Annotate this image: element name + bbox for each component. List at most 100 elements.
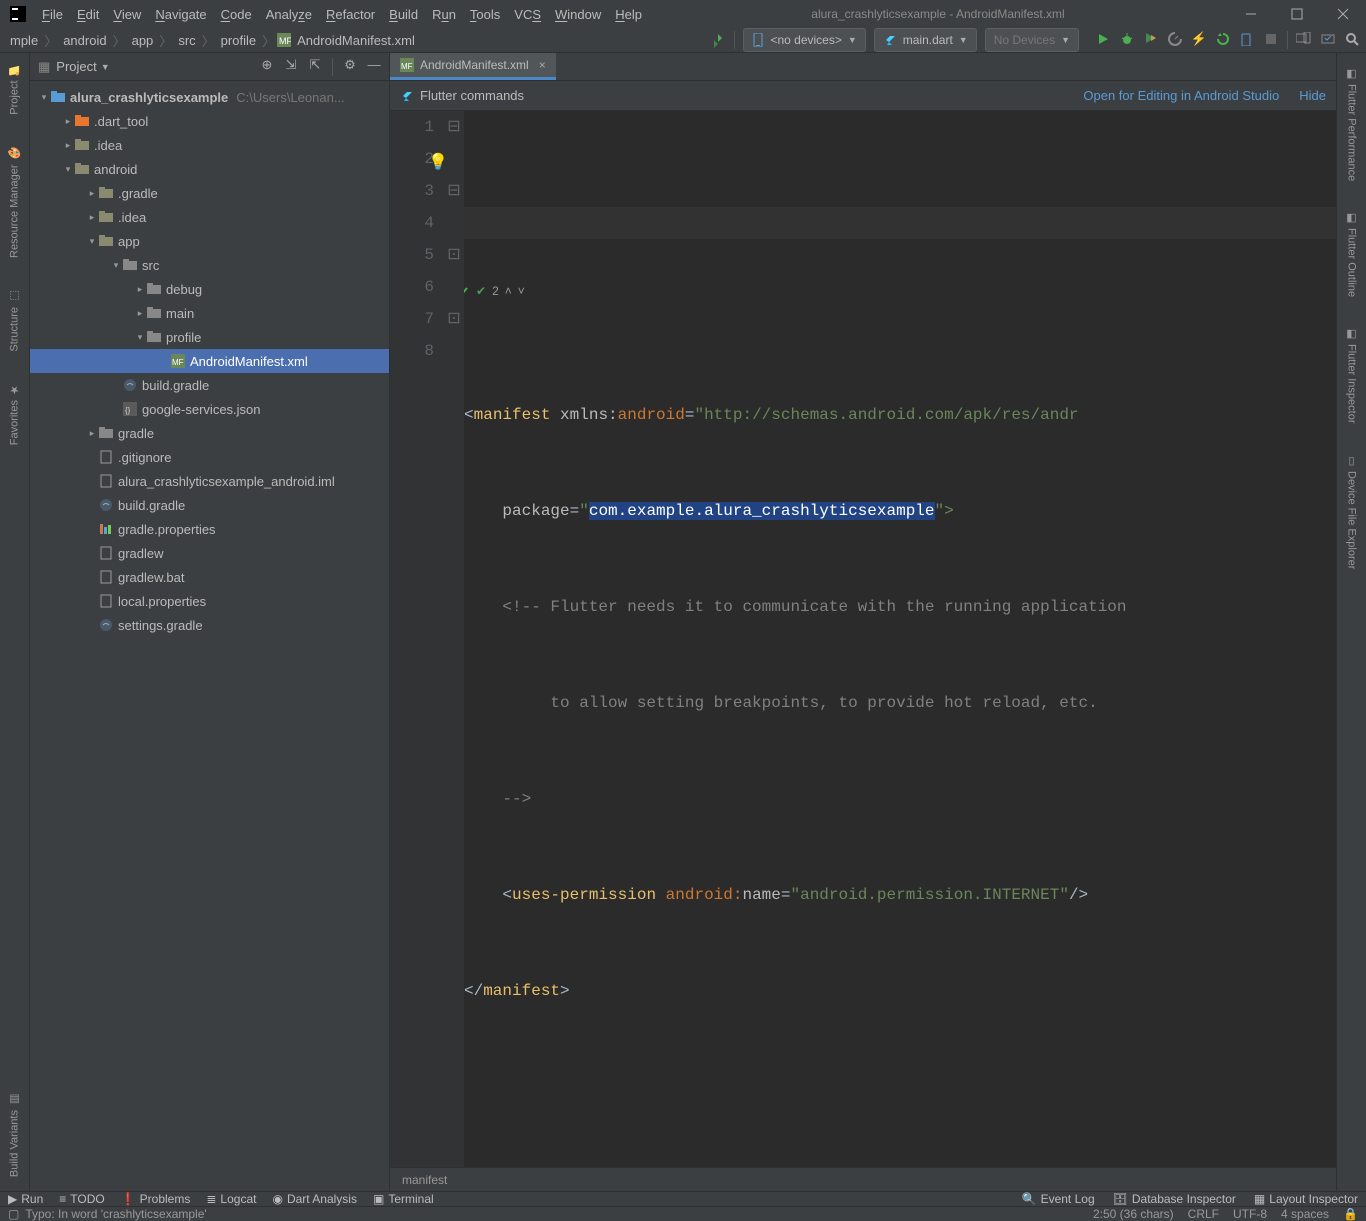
tool-tab-event-log[interactable]: 🔍 Event Log [1022, 1192, 1095, 1206]
tool-tab-dart-analysis[interactable]: ◉ Dart Analysis [272, 1192, 357, 1206]
tree-item[interactable]: build.gradle [30, 493, 389, 517]
minimize-button[interactable] [1228, 0, 1274, 28]
tree-item[interactable]: ▾android [30, 157, 389, 181]
tree-item[interactable]: ▾app [30, 229, 389, 253]
settings-icon[interactable]: ⚙ [343, 58, 357, 72]
line-separator[interactable]: CRLF [1188, 1207, 1219, 1221]
tree-item[interactable]: ▾src [30, 253, 389, 277]
cursor-position[interactable]: 2:50 (36 chars) [1093, 1207, 1174, 1221]
open-android-studio-link[interactable]: Open for Editing in Android Studio [1083, 88, 1279, 103]
menu-vcs[interactable]: VCS [508, 5, 547, 24]
tree-item[interactable]: ▸.dart_tool [30, 109, 389, 133]
maximize-button[interactable] [1274, 0, 1320, 28]
crumb-0[interactable]: mple [6, 33, 42, 48]
tree-item[interactable]: build.gradle [30, 373, 389, 397]
project-view-combo[interactable]: Project [56, 59, 96, 74]
tree-item[interactable]: gradle.properties [30, 517, 389, 541]
tool-tab-layout-inspector[interactable]: ▦ Layout Inspector [1254, 1192, 1358, 1206]
tree-item[interactable]: gradlew.bat [30, 565, 389, 589]
project-tree[interactable]: ▾ alura_crashlyticsexample C:\Users\Leon… [30, 81, 389, 1191]
tree-item[interactable]: ▸.gradle [30, 181, 389, 205]
hide-bar-link[interactable]: Hide [1299, 88, 1326, 103]
tool-tab-database-inspector[interactable]: 🗄 Database Inspector [1113, 1192, 1236, 1206]
indent-setting[interactable]: 4 spaces [1281, 1207, 1329, 1221]
tool-tab-structure[interactable]: Structure⬚ [6, 284, 23, 358]
tool-tab-build-variants[interactable]: Build Variants▤ [6, 1087, 23, 1183]
search-everywhere-button[interactable] [1344, 31, 1360, 47]
menu-help[interactable]: Help [609, 5, 648, 24]
tree-item[interactable]: ▸main [30, 301, 389, 325]
next-highlight-icon[interactable]: ˅ [518, 275, 525, 307]
tree-item[interactable]: .gitignore [30, 445, 389, 469]
tree-item[interactable]: ▸.idea [30, 133, 389, 157]
crumb-3[interactable]: src [174, 33, 199, 48]
tree-item[interactable]: ▸gradle [30, 421, 389, 445]
editor-tab[interactable]: MF AndroidManifest.xml × [390, 53, 556, 80]
collapse-all-icon[interactable]: ⇱ [308, 58, 322, 72]
menu-view[interactable]: View [107, 5, 147, 24]
tree-root[interactable]: ▾ alura_crashlyticsexample C:\Users\Leon… [30, 85, 389, 109]
menu-tools[interactable]: Tools [464, 5, 506, 24]
tool-tab-flutter-outline[interactable]: ◧ Flutter Outline [1343, 205, 1360, 303]
code-content[interactable]: ✔2 ˄ ˅ 💡 <manifest xmlns:android="http:/… [464, 111, 1336, 1167]
stop-button[interactable] [1263, 31, 1279, 47]
menu-run[interactable]: Run [426, 5, 462, 24]
crumb-4[interactable]: profile [217, 33, 260, 48]
tool-tab-terminal[interactable]: ▣ Terminal [373, 1192, 434, 1206]
tool-tab-device-file-explorer[interactable]: ▯ Device File Explorer [1343, 448, 1360, 575]
tree-item[interactable]: MFAndroidManifest.xml [30, 349, 389, 373]
expand-all-icon[interactable]: ⇲ [284, 58, 298, 72]
close-tab-icon[interactable]: × [539, 58, 546, 72]
menu-code[interactable]: Code [215, 5, 258, 24]
tool-tab-run[interactable]: ▶ Run [8, 1192, 43, 1206]
hot-reload-button[interactable]: ⚡ [1191, 31, 1207, 47]
tree-item[interactable]: local.properties [30, 589, 389, 613]
tool-tab-todo[interactable]: ≡ TODO [59, 1192, 104, 1206]
menu-navigate[interactable]: Navigate [149, 5, 212, 24]
tree-item[interactable]: ▾profile [30, 325, 389, 349]
coverage-button[interactable] [1143, 31, 1159, 47]
devices-dropdown[interactable]: <no devices> ▼ [743, 28, 865, 52]
close-button[interactable] [1320, 0, 1366, 28]
menu-refactor[interactable]: Refactor [320, 5, 381, 24]
menu-build[interactable]: Build [383, 5, 424, 24]
file-encoding[interactable]: UTF-8 [1233, 1207, 1267, 1221]
debug-button[interactable] [1119, 31, 1135, 47]
run-config-dropdown[interactable]: main.dart ▼ [874, 28, 977, 52]
tool-tab-resource-manager[interactable]: Resource Manager🎨 [6, 141, 23, 264]
menu-analyze[interactable]: Analyze [260, 5, 318, 24]
tree-item[interactable]: gradlew [30, 541, 389, 565]
line-number-gutter[interactable]: 12345678 [390, 111, 444, 1167]
menu-window[interactable]: Window [549, 5, 607, 24]
tree-item[interactable]: ▸.idea [30, 205, 389, 229]
attach-debugger-button[interactable] [1239, 31, 1255, 47]
tool-tab-problems[interactable]: ❗ Problems [121, 1192, 191, 1206]
tool-tab-flutter-performance[interactable]: ◧ Flutter Performance [1343, 61, 1360, 187]
select-opened-file-icon[interactable]: ⊕ [260, 58, 274, 72]
crumb-5[interactable]: AndroidManifest.xml [293, 33, 419, 48]
marker-gutter[interactable]: ⊟ ⊟ ⊡ ⊡ [444, 111, 464, 1167]
crumb-1[interactable]: android [59, 33, 110, 48]
no-devices-dropdown[interactable]: No Devices ▼ [985, 28, 1079, 52]
tool-window-toggle-icon[interactable]: ▢ [8, 1207, 19, 1221]
readonly-lock-icon[interactable]: 🔒 [1343, 1207, 1358, 1221]
code-editor[interactable]: 12345678 ⊟ ⊟ ⊡ ⊡ ✔2 ˄ ˅ 💡 <manifest [390, 111, 1336, 1167]
profiler-button[interactable] [1167, 31, 1183, 47]
tool-tab-favorites[interactable]: Favorites★ [6, 377, 23, 451]
tool-tab-flutter-inspector[interactable]: ◧ Flutter Inspector [1343, 321, 1360, 429]
editor-breadcrumb[interactable]: manifest [390, 1167, 1336, 1191]
tree-item[interactable]: ▸debug [30, 277, 389, 301]
menu-file[interactable]: File [36, 5, 69, 24]
intention-bulb-icon[interactable]: 💡 [428, 147, 448, 179]
hot-restart-button[interactable] [1215, 31, 1231, 47]
tree-item[interactable]: alura_crashlyticsexample_android.iml [30, 469, 389, 493]
menu-edit[interactable]: Edit [71, 5, 105, 24]
sdk-manager-button[interactable] [1320, 31, 1336, 47]
tool-tab-logcat[interactable]: ≣ Logcat [206, 1192, 256, 1206]
build-icon[interactable] [710, 32, 726, 48]
tool-tab-project[interactable]: Project📁 [6, 57, 23, 121]
crumb-2[interactable]: app [128, 33, 158, 48]
inspection-widget[interactable]: ✔2 ˄ ˅ [456, 275, 1328, 307]
tree-item[interactable]: {}google-services.json [30, 397, 389, 421]
tree-item[interactable]: settings.gradle [30, 613, 389, 637]
